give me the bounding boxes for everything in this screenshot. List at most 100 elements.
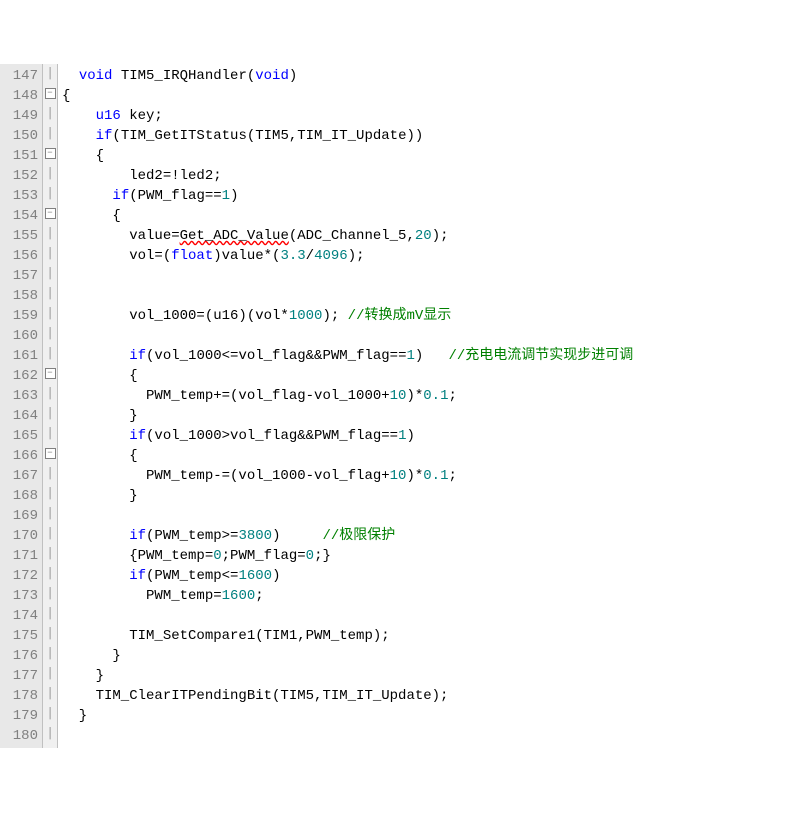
line-number: 180 xyxy=(8,726,38,746)
code-line[interactable]: if(vol_1000<=vol_flag&&PWM_flag==1) //充电… xyxy=(62,346,789,366)
line-number: 170 xyxy=(8,526,38,546)
line-number: 159 xyxy=(8,306,38,326)
fold-guide: │ xyxy=(43,124,57,144)
fold-guide: │ xyxy=(43,304,57,324)
code-line[interactable] xyxy=(62,266,789,286)
line-number-gutter: 1471481491501511521531541551561571581591… xyxy=(0,64,43,748)
code-line[interactable]: { xyxy=(62,146,789,166)
fold-guide: │ xyxy=(43,64,57,84)
fold-guide: │ xyxy=(43,424,57,444)
line-number: 171 xyxy=(8,546,38,566)
fold-guide: │ xyxy=(43,184,57,204)
fold-guide: │ xyxy=(43,164,57,184)
code-line[interactable]: led2=!led2; xyxy=(62,166,789,186)
code-line[interactable]: if(PWM_flag==1) xyxy=(62,186,789,206)
line-number: 153 xyxy=(8,186,38,206)
fold-guide: │ xyxy=(43,484,57,504)
line-number: 166 xyxy=(8,446,38,466)
line-number: 176 xyxy=(8,646,38,666)
code-line[interactable]: } xyxy=(62,646,789,666)
code-area[interactable]: void TIM5_IRQHandler(void){ u16 key; if(… xyxy=(58,64,789,748)
fold-guide: │ xyxy=(43,544,57,564)
fold-toggle-icon[interactable]: − xyxy=(43,204,57,224)
fold-guide: │ xyxy=(43,644,57,664)
fold-guide: │ xyxy=(43,344,57,364)
fold-guide: │ xyxy=(43,684,57,704)
fold-guide: │ xyxy=(43,104,57,124)
line-number: 150 xyxy=(8,126,38,146)
fold-column[interactable]: │−││−││−│││││││−│││−││││││││││││││ xyxy=(43,64,58,748)
fold-toggle-icon[interactable]: − xyxy=(43,144,57,164)
code-line[interactable] xyxy=(62,286,789,306)
fold-guide: │ xyxy=(43,564,57,584)
code-line[interactable]: {PWM_temp=0;PWM_flag=0;} xyxy=(62,546,789,566)
line-number: 161 xyxy=(8,346,38,366)
fold-guide: │ xyxy=(43,224,57,244)
line-number: 151 xyxy=(8,146,38,166)
code-line[interactable]: PWM_temp+=(vol_flag-vol_1000+10)*0.1; xyxy=(62,386,789,406)
code-line[interactable]: } xyxy=(62,706,789,726)
fold-guide: │ xyxy=(43,384,57,404)
fold-guide: │ xyxy=(43,624,57,644)
line-number: 156 xyxy=(8,246,38,266)
fold-guide: │ xyxy=(43,604,57,624)
line-number: 158 xyxy=(8,286,38,306)
code-line[interactable]: } xyxy=(62,486,789,506)
code-line[interactable]: { xyxy=(62,446,789,466)
code-line[interactable]: { xyxy=(62,206,789,226)
line-number: 155 xyxy=(8,226,38,246)
fold-toggle-icon[interactable]: − xyxy=(43,444,57,464)
code-line[interactable]: { xyxy=(62,366,789,386)
line-number: 163 xyxy=(8,386,38,406)
fold-toggle-icon[interactable]: − xyxy=(43,364,57,384)
code-line[interactable]: u16 key; xyxy=(62,106,789,126)
code-editor: 1471481491501511521531541551561571581591… xyxy=(0,64,789,748)
code-line[interactable]: TIM_SetCompare1(TIM1,PWM_temp); xyxy=(62,626,789,646)
code-line[interactable] xyxy=(62,506,789,526)
line-number: 172 xyxy=(8,566,38,586)
code-line[interactable]: if(PWM_temp>=3800) //极限保护 xyxy=(62,526,789,546)
line-number: 148 xyxy=(8,86,38,106)
code-line[interactable] xyxy=(62,726,789,746)
line-number: 175 xyxy=(8,626,38,646)
line-number: 149 xyxy=(8,106,38,126)
line-number: 152 xyxy=(8,166,38,186)
fold-guide: │ xyxy=(43,284,57,304)
line-number: 169 xyxy=(8,506,38,526)
code-line[interactable]: if(vol_1000>vol_flag&&PWM_flag==1) xyxy=(62,426,789,446)
code-line[interactable]: value=Get_ADC_Value(ADC_Channel_5,20); xyxy=(62,226,789,246)
line-number: 179 xyxy=(8,706,38,726)
code-line[interactable]: void TIM5_IRQHandler(void) xyxy=(62,66,789,86)
line-number: 162 xyxy=(8,366,38,386)
line-number: 167 xyxy=(8,466,38,486)
code-line[interactable]: } xyxy=(62,406,789,426)
code-line[interactable]: { xyxy=(62,86,789,106)
code-line[interactable]: PWM_temp-=(vol_1000-vol_flag+10)*0.1; xyxy=(62,466,789,486)
code-line[interactable]: if(PWM_temp<=1600) xyxy=(62,566,789,586)
fold-guide: │ xyxy=(43,264,57,284)
fold-guide: │ xyxy=(43,244,57,264)
line-number: 178 xyxy=(8,686,38,706)
fold-guide: │ xyxy=(43,524,57,544)
code-line[interactable]: PWM_temp=1600; xyxy=(62,586,789,606)
code-line[interactable]: TIM_ClearITPendingBit(TIM5,TIM_IT_Update… xyxy=(62,686,789,706)
line-number: 173 xyxy=(8,586,38,606)
line-number: 177 xyxy=(8,666,38,686)
fold-guide: │ xyxy=(43,664,57,684)
line-number: 168 xyxy=(8,486,38,506)
line-number: 147 xyxy=(8,66,38,86)
code-line[interactable] xyxy=(62,326,789,346)
fold-guide: │ xyxy=(43,504,57,524)
line-number: 165 xyxy=(8,426,38,446)
fold-toggle-icon[interactable]: − xyxy=(43,84,57,104)
fold-guide: │ xyxy=(43,464,57,484)
code-line[interactable]: vol_1000=(u16)(vol*1000); //转换成mV显示 xyxy=(62,306,789,326)
line-number: 157 xyxy=(8,266,38,286)
code-line[interactable] xyxy=(62,606,789,626)
fold-guide: │ xyxy=(43,704,57,724)
fold-guide: │ xyxy=(43,404,57,424)
code-line[interactable]: if(TIM_GetITStatus(TIM5,TIM_IT_Update)) xyxy=(62,126,789,146)
code-line[interactable]: vol=(float)value*(3.3/4096); xyxy=(62,246,789,266)
line-number: 174 xyxy=(8,606,38,626)
code-line[interactable]: } xyxy=(62,666,789,686)
